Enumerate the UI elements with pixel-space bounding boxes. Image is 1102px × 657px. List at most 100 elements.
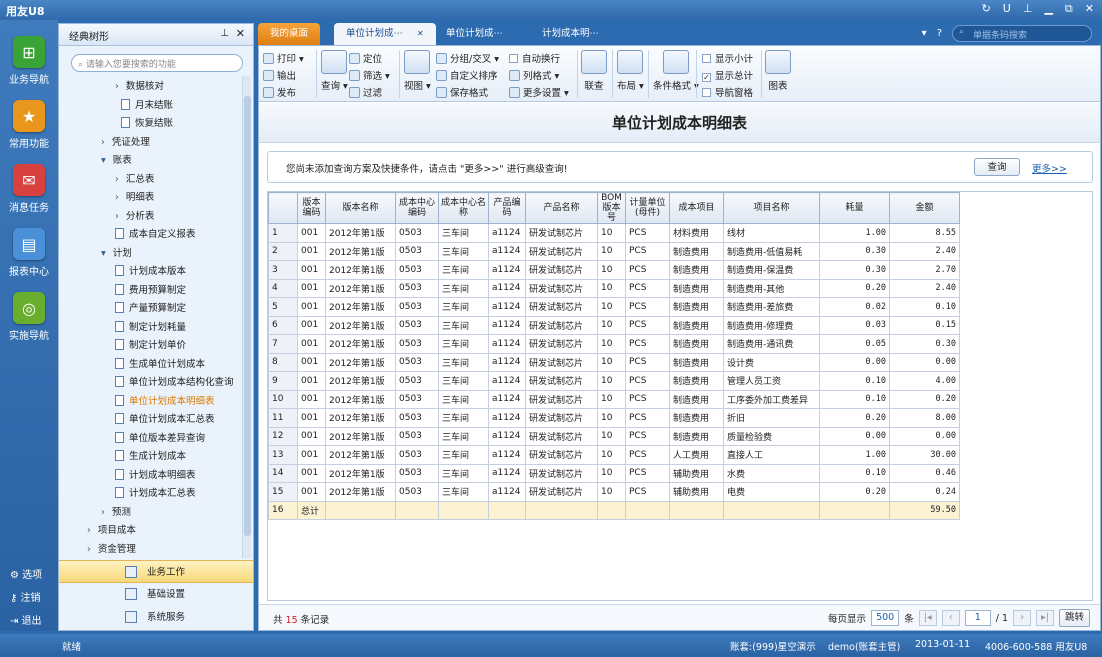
table-row[interactable]: 14 001 2012年第1版 0503 三车间 a1124 研发试制芯片 10 PCS 辅助费用… xyxy=(268,463,960,483)
tree-item[interactable]: › 凭证处理 xyxy=(101,134,150,152)
column-header[interactable]: BOM版本号 xyxy=(597,192,626,224)
bottomnav-item-1[interactable]: ⚷ 注销 xyxy=(10,589,41,604)
tree-item[interactable]: › 汇总表 xyxy=(115,171,154,189)
tree-item[interactable]: › 资金管理 xyxy=(87,541,136,559)
help-icon[interactable]: ? xyxy=(937,28,942,39)
tab-1[interactable]: 单位计划成⋯ ✕ xyxy=(334,23,436,45)
print-button[interactable]: 打印 ▾ xyxy=(263,51,304,65)
tree-item[interactable]: 月末结账 xyxy=(121,97,173,115)
table-row[interactable]: 3 001 2012年第1版 0503 三车间 a1124 研发试制芯片 10 PCS 制造费用制… xyxy=(268,260,960,280)
table-row[interactable]: 10 001 2012年第1版 0503 三车间 a1124 研发试制芯片 10 PCS 制造费用… xyxy=(268,389,960,409)
chart-button[interactable]: 图表 xyxy=(765,50,791,92)
filter2-button[interactable]: 过滤 xyxy=(349,85,382,99)
column-header[interactable]: 产品编码 xyxy=(488,192,526,224)
bottom-menu-item-0[interactable]: 业务工作 xyxy=(59,560,253,583)
show-total-checkbox[interactable]: ✓ 显示总计 xyxy=(702,68,753,82)
column-header[interactable]: 项目名称 xyxy=(723,192,820,224)
more-settings-button[interactable]: 更多设置 ▾ xyxy=(509,85,569,99)
table-row[interactable]: 11 001 2012年第1版 0503 三车间 a1124 研发试制芯片 10 PCS 制造费用… xyxy=(268,408,960,428)
window-control-4[interactable]: ⧉ xyxy=(1065,2,1073,16)
leftnav-item-1[interactable]: ★ 常用功能 xyxy=(0,100,58,150)
table-row[interactable]: 8 001 2012年第1版 0503 三车间 a1124 研发试制芯片 10 PCS 制造费用设… xyxy=(268,352,960,372)
tree-item[interactable]: 恢复结账 xyxy=(121,115,173,133)
more-link[interactable]: 更多>> xyxy=(1032,161,1067,175)
table-row[interactable]: 13 001 2012年第1版 0503 三车间 a1124 研发试制芯片 10 PCS 人工费用… xyxy=(268,445,960,465)
tree-item[interactable]: 制定计划耗量 xyxy=(115,319,186,337)
tree-item[interactable]: › 数据核对 xyxy=(115,78,164,96)
table-row[interactable]: 1 001 2012年第1版 0503 三车间 a1124 研发试制芯片 10 PCS 材料费用线… xyxy=(268,223,960,243)
prev-page-button[interactable]: ‹ xyxy=(941,610,960,626)
bottomnav-item-0[interactable]: ⚙ 选项 xyxy=(10,566,42,581)
show-subtotal-checkbox[interactable]: 显示小计 xyxy=(702,51,753,65)
window-control-0[interactable]: ↻ xyxy=(982,2,991,16)
tree-item[interactable]: 产量预算制定 xyxy=(115,300,186,318)
column-header[interactable]: 成本中心名称 xyxy=(438,192,489,224)
tab-dropdown-icon[interactable]: ▾ xyxy=(922,28,927,39)
table-row[interactable]: 2 001 2012年第1版 0503 三车间 a1124 研发试制芯片 10 PCS 制造费用制… xyxy=(268,241,960,261)
tab-0[interactable]: 我的桌面 xyxy=(258,23,321,45)
column-header[interactable]: 金额 xyxy=(889,192,960,224)
column-header[interactable]: 成本中心编码 xyxy=(395,192,439,224)
tab-3[interactable]: 计划成本明⋯ xyxy=(530,23,611,45)
tab-2[interactable]: 单位计划成⋯ xyxy=(434,23,515,45)
leftnav-item-2[interactable]: ✉ 消息任务 xyxy=(0,164,58,214)
column-header[interactable]: 计量单位(母件) xyxy=(625,192,670,224)
tree-item[interactable]: › 明细表 xyxy=(115,189,154,207)
table-row[interactable]: 6 001 2012年第1版 0503 三车间 a1124 研发试制芯片 10 PCS 制造费用制… xyxy=(268,315,960,335)
group-cross-button[interactable]: 分组/交叉 ▾ xyxy=(436,51,499,65)
column-header[interactable]: 产品名称 xyxy=(525,192,598,224)
page-input[interactable]: 1 xyxy=(964,610,991,626)
nav-pane-checkbox[interactable]: 导航窗格 xyxy=(702,85,753,99)
save-format-button[interactable]: 保存格式 xyxy=(436,85,488,99)
query-submit-button[interactable]: 查询 xyxy=(974,158,1020,176)
window-control-2[interactable]: ⊥ xyxy=(1023,2,1033,16)
bottomnav-item-2[interactable]: ⇥ 退出 xyxy=(10,612,42,627)
table-row[interactable]: 7 001 2012年第1版 0503 三车间 a1124 研发试制芯片 10 PCS 制造费用制… xyxy=(268,334,960,354)
close-tab-icon[interactable]: ✕ xyxy=(417,29,424,38)
window-control-5[interactable]: ✕ xyxy=(1085,2,1094,16)
table-row[interactable]: 4 001 2012年第1版 0503 三车间 a1124 研发试制芯片 10 PCS 制造费用制… xyxy=(268,278,960,298)
close-panel-icon[interactable]: ✕ xyxy=(236,27,245,40)
tree-item[interactable]: 生成计划成本 xyxy=(115,448,186,466)
locate-button[interactable]: 定位 xyxy=(349,51,382,65)
first-page-button[interactable]: |◂ xyxy=(918,610,937,626)
filter-button[interactable]: 筛选 ▾ xyxy=(349,68,390,82)
bottom-menu-item-1[interactable]: 基础设置 xyxy=(59,583,253,606)
leftnav-item-3[interactable]: ▤ 报表中心 xyxy=(0,228,58,278)
tree-item[interactable]: › 预测 xyxy=(101,504,131,522)
column-header[interactable]: 成本项目 xyxy=(669,192,724,224)
tree-item[interactable]: 成本自定义报表 xyxy=(115,226,196,244)
tree-item[interactable]: 单位版本差异查询 xyxy=(115,430,205,448)
page-size-input[interactable]: 500 xyxy=(871,610,900,626)
output-button[interactable]: 输出 xyxy=(263,68,296,82)
view-button[interactable]: 视图 ▾ xyxy=(404,50,431,92)
tree-item[interactable]: 单位计划成本明细表 xyxy=(115,393,215,411)
tree-item[interactable]: › 分析表 xyxy=(115,208,154,226)
link-query-button[interactable]: 联查 xyxy=(581,50,607,92)
leftnav-item-0[interactable]: ⊞ 业务导航 xyxy=(0,36,58,86)
tree-item[interactable]: 单位计划成本结构化查询 xyxy=(115,374,234,392)
table-row[interactable]: 5 001 2012年第1版 0503 三车间 a1124 研发试制芯片 10 PCS 制造费用制… xyxy=(268,297,960,317)
table-row[interactable]: 15 001 2012年第1版 0503 三车间 a1124 研发试制芯片 10 PCS 辅助费用… xyxy=(268,482,960,502)
function-search-input[interactable]: ⌕ 请输入您要搜索的功能 xyxy=(71,54,243,72)
tree-scrollbar[interactable] xyxy=(242,76,251,558)
tree-item[interactable]: 费用预算制定 xyxy=(115,282,186,300)
tree-item[interactable]: 生成单位计划成本 xyxy=(115,356,205,374)
leftnav-item-4[interactable]: ◎ 实施导航 xyxy=(0,292,58,342)
pin-icon[interactable]: ⊥ xyxy=(220,28,229,39)
table-row[interactable]: 9 001 2012年第1版 0503 三车间 a1124 研发试制芯片 10 PCS 制造费用管… xyxy=(268,371,960,391)
window-control-1[interactable]: U xyxy=(1003,2,1011,16)
tree-item[interactable]: 计划成本版本 xyxy=(115,263,186,281)
go-button[interactable]: 跳转 xyxy=(1058,609,1090,627)
last-page-button[interactable]: ▸| xyxy=(1035,610,1054,626)
tree-item[interactable]: 计划成本明细表 xyxy=(115,467,196,485)
column-format-button[interactable]: 列格式 ▾ xyxy=(509,68,559,82)
column-header[interactable]: 版本名称 xyxy=(325,192,396,224)
tree-item[interactable]: 制定计划单价 xyxy=(115,337,186,355)
tree-item[interactable]: ▾ 账表 xyxy=(101,152,132,170)
window-control-3[interactable]: ▁ xyxy=(1044,2,1052,16)
tree-item[interactable]: › 项目成本 xyxy=(87,522,136,540)
column-header[interactable]: 版本编码 xyxy=(297,192,326,224)
publish-button[interactable]: 发布 xyxy=(263,85,296,99)
next-page-button[interactable]: › xyxy=(1012,610,1031,626)
